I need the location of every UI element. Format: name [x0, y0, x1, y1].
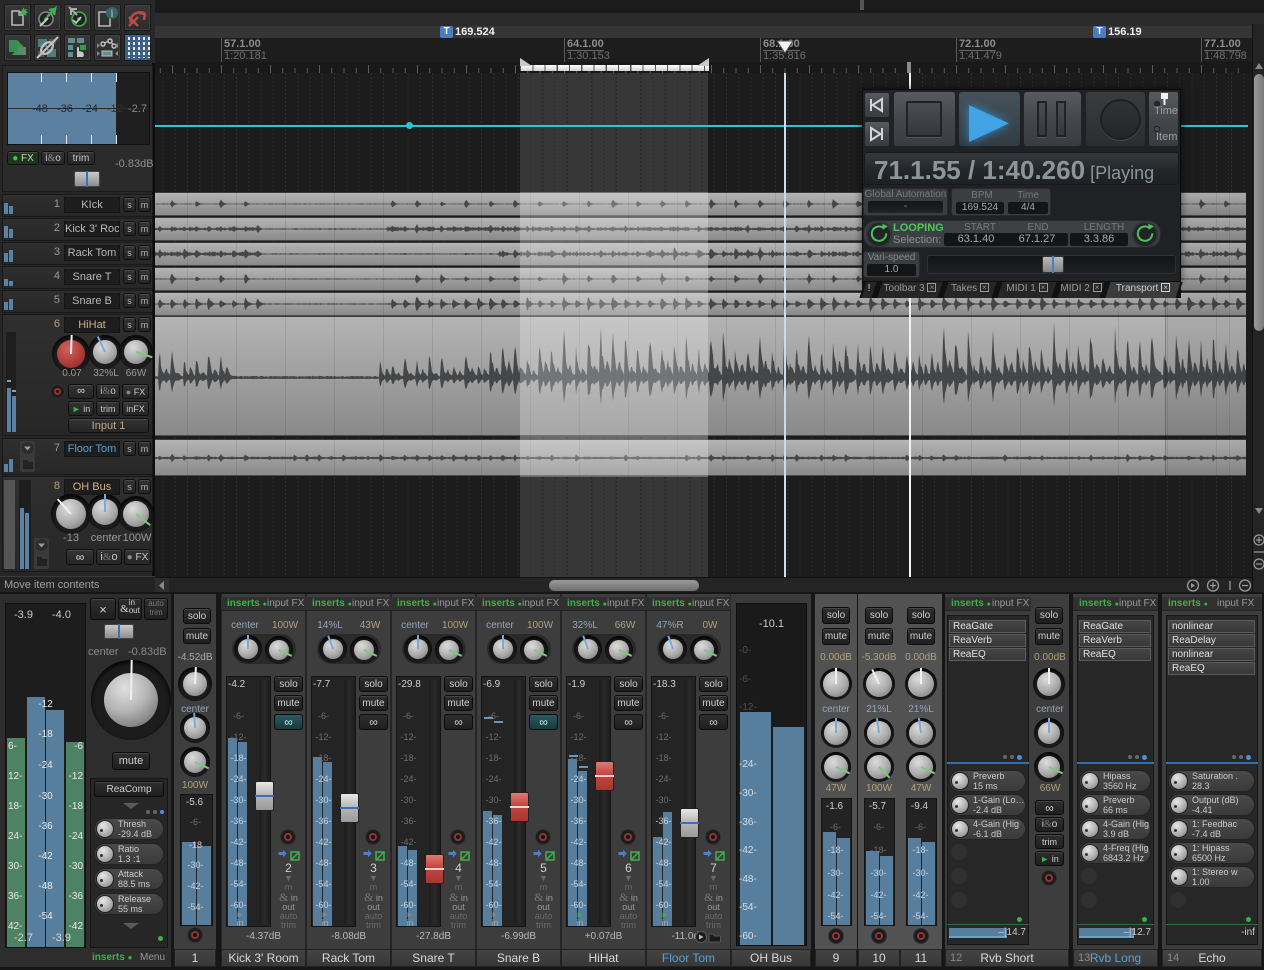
svg-text:i: i: [111, 9, 114, 20]
